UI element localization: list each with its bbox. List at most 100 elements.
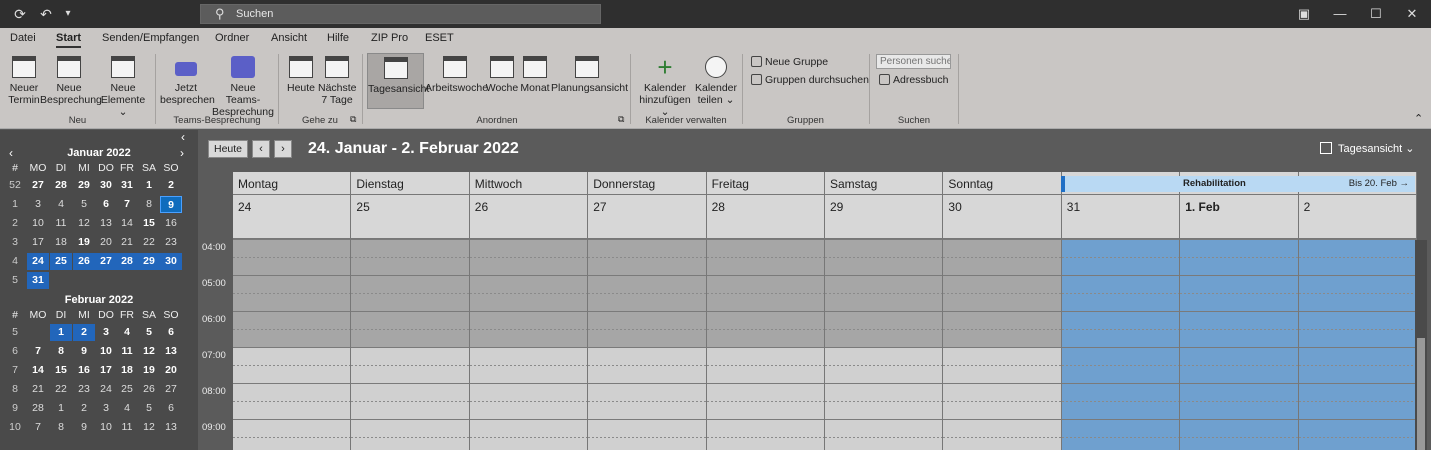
- mini-calendar-day[interactable]: 15: [50, 362, 72, 379]
- sync-icon[interactable]: ⟳: [10, 4, 30, 24]
- mini-calendar-day[interactable]: 7: [116, 196, 138, 213]
- day-column-header[interactable]: Dienstag 25: [351, 172, 470, 239]
- day-time-slots[interactable]: [588, 239, 707, 450]
- mini-calendar-day[interactable]: 10: [95, 343, 117, 360]
- mini-calendar-day[interactable]: 13: [95, 215, 117, 232]
- mini-calendar-day[interactable]: 25: [116, 381, 138, 398]
- mini-calendar-day[interactable]: 11: [50, 215, 72, 232]
- mini-calendar-day[interactable]: 3: [95, 324, 117, 341]
- mini-calendar-day[interactable]: 6: [160, 400, 182, 417]
- day-time-slots[interactable]: [351, 239, 470, 450]
- day-time-slots[interactable]: [233, 239, 352, 450]
- browse-groups-button[interactable]: Gruppen durchsuchen: [751, 74, 869, 86]
- mini-calendar-day[interactable]: 21: [27, 381, 49, 398]
- day-column-header[interactable]: Samstag 29: [825, 172, 944, 239]
- mini-calendar-day[interactable]: 20: [160, 362, 182, 379]
- mini-calendar-day[interactable]: 13: [160, 419, 182, 436]
- mini-calendar-day[interactable]: 19: [73, 234, 95, 251]
- mini-calendar-day[interactable]: 28: [116, 253, 138, 270]
- mini-calendar-day[interactable]: 12: [73, 215, 95, 232]
- mini-calendar-day[interactable]: 11: [116, 343, 138, 360]
- mini-calendar-day[interactable]: 5: [73, 196, 95, 213]
- mini-calendar-day[interactable]: 1: [138, 177, 160, 194]
- view-switcher[interactable]: Tagesansicht ⌄: [1320, 142, 1415, 155]
- add-calendar-button[interactable]: + Kalender hinzufügen ⌄: [636, 54, 694, 118]
- mini-calendar-day[interactable]: 11: [116, 419, 138, 436]
- day-time-slots[interactable]: [469, 239, 589, 450]
- mini-calendar-day[interactable]: 31: [116, 177, 138, 194]
- mini-calendar-day[interactable]: 15: [138, 215, 160, 232]
- new-meeting-button[interactable]: Neue Besprechung: [40, 56, 102, 106]
- mini-calendar-day[interactable]: 7: [27, 419, 49, 436]
- day-column-header[interactable]: Mittwoch 26: [469, 172, 589, 239]
- event-rehabilitation[interactable]: Rehabilitation Bis 20. Feb →: [1061, 176, 1415, 192]
- mini-calendar-day[interactable]: 10: [95, 419, 117, 436]
- mini-calendar-day[interactable]: 27: [160, 381, 182, 398]
- mini-calendar-day[interactable]: 12: [138, 343, 160, 360]
- quick-access-dropdown-icon[interactable]: ▾: [58, 4, 78, 24]
- day-column-header[interactable]: Donnerstag 27: [588, 172, 707, 239]
- share-calendar-button[interactable]: Kalender teilen ⌄: [694, 56, 738, 106]
- search-people-input[interactable]: [876, 54, 951, 69]
- mini-calendar-day[interactable]: 13: [160, 343, 182, 360]
- mini-calendar-day[interactable]: 9: [73, 343, 95, 360]
- next-range-icon[interactable]: ›: [274, 140, 292, 158]
- mini-calendar-day[interactable]: 23: [73, 381, 95, 398]
- mini-calendar-day[interactable]: 29: [138, 253, 160, 270]
- mini-calendar-day[interactable]: 3: [95, 400, 117, 417]
- mini-calendar-day[interactable]: 21: [116, 234, 138, 251]
- day-time-slots[interactable]: [825, 239, 944, 450]
- mini-calendar-day[interactable]: 5: [138, 324, 160, 341]
- mini-calendar-day[interactable]: 20: [95, 234, 117, 251]
- mini-calendar-day[interactable]: 27: [95, 253, 117, 270]
- tab-start[interactable]: Start: [56, 32, 82, 48]
- mini-calendar-day[interactable]: 9: [160, 196, 182, 213]
- maximize-icon[interactable]: ☐: [1358, 0, 1394, 28]
- mini-calendar-day[interactable]: 4: [116, 400, 138, 417]
- week-button[interactable]: Woche: [485, 56, 519, 94]
- close-icon[interactable]: ✕: [1394, 0, 1430, 28]
- next-7-days-button[interactable]: Nächste 7 Tage: [318, 56, 357, 106]
- tab-ordner[interactable]: Ordner: [215, 32, 249, 44]
- mini-calendar-day[interactable]: 6: [160, 324, 182, 341]
- mini-calendar-day[interactable]: 22: [138, 234, 160, 251]
- day-column-header[interactable]: Sonntag 30: [943, 172, 1062, 239]
- previous-range-icon[interactable]: ‹: [252, 140, 270, 158]
- mini-calendar-day[interactable]: 31: [27, 272, 49, 289]
- tab-hilfe[interactable]: Hilfe: [327, 32, 349, 44]
- tab-eset[interactable]: ESET: [425, 32, 454, 44]
- dialog-launcher-icon[interactable]: ⧉: [618, 114, 624, 125]
- mini-calendar-day[interactable]: 10: [27, 215, 49, 232]
- new-teams-meeting-button[interactable]: Neue Teams-Besprechung: [212, 56, 274, 118]
- month-button[interactable]: Monat: [519, 56, 551, 94]
- tab-senden-empfangen[interactable]: Senden/Empfangen: [102, 32, 199, 44]
- mini-calendar-day[interactable]: 3: [27, 196, 49, 213]
- day-time-slots[interactable]: [943, 239, 1062, 450]
- mini-calendar-day[interactable]: 18: [50, 234, 72, 251]
- work-week-button[interactable]: Arbeitswoche: [425, 56, 488, 94]
- ribbon-display-options-icon[interactable]: ▣: [1286, 0, 1322, 28]
- mini-calendar-day[interactable]: 2: [73, 400, 95, 417]
- mini-calendar-day[interactable]: 30: [160, 253, 182, 270]
- day-time-slots[interactable]: [706, 239, 825, 450]
- schedule-view-button[interactable]: Planungsansicht: [551, 56, 628, 94]
- mini-calendar-day[interactable]: 1: [50, 400, 72, 417]
- tab-zip-pro[interactable]: ZIP Pro: [371, 32, 408, 44]
- search-input[interactable]: ⚲ Suchen: [200, 4, 601, 24]
- minimize-icon[interactable]: —: [1322, 0, 1358, 28]
- mini-calendar-day[interactable]: 24: [95, 381, 117, 398]
- mini-calendar-day[interactable]: 30: [95, 177, 117, 194]
- mini-calendar-day[interactable]: 2: [160, 177, 182, 194]
- new-group-button[interactable]: Neue Gruppe: [751, 56, 828, 68]
- mini-calendar-day[interactable]: 4: [116, 324, 138, 341]
- tab-datei[interactable]: Datei: [10, 32, 36, 44]
- mini-calendar-day[interactable]: 2: [73, 324, 95, 341]
- mini-calendar-day[interactable]: 16: [160, 215, 182, 232]
- dialog-launcher-icon[interactable]: ⧉: [350, 114, 356, 125]
- mini-calendar-day[interactable]: 8: [50, 343, 72, 360]
- mini-calendar-day[interactable]: 28: [50, 177, 72, 194]
- mini-calendar-day[interactable]: 18: [116, 362, 138, 379]
- mini-calendar-day[interactable]: 28: [27, 400, 49, 417]
- mini-calendar-day[interactable]: 22: [50, 381, 72, 398]
- collapse-ribbon-icon[interactable]: ⌃: [1414, 112, 1423, 125]
